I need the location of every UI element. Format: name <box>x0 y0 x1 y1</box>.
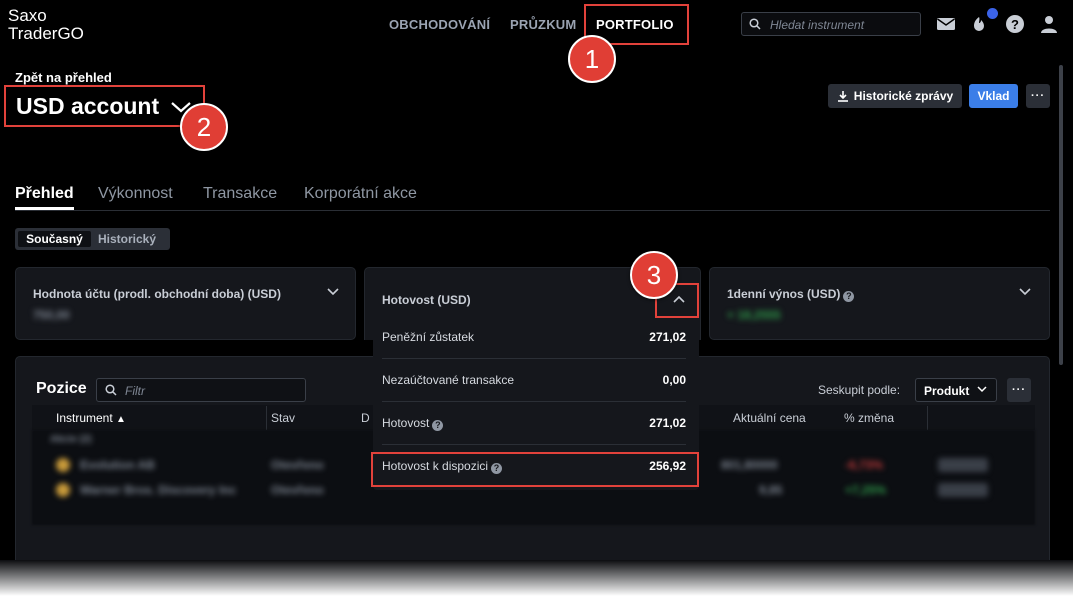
annotation-badge-2: 2 <box>180 103 228 151</box>
col-instrument[interactable]: Instrument ▲ <box>56 411 126 425</box>
annotation-badge-3: 3 <box>630 251 678 299</box>
account-value-title: Hodnota účtu (prodl. obchodní doba) (USD… <box>33 287 281 301</box>
sort-asc-icon: ▲ <box>116 414 126 425</box>
positions-more-button[interactable]: ··· <box>1007 378 1031 402</box>
col-instrument-label: Instrument <box>56 411 113 425</box>
column-divider <box>927 406 928 430</box>
row-action-button <box>938 483 988 497</box>
help-icon[interactable]: ? <box>1005 14 1025 34</box>
nav-trading[interactable]: OBCHODOVÁNÍ <box>389 17 490 32</box>
cash-row: Nezaúčtované transakce 0,00 <box>382 359 686 402</box>
account-value-hidden: 750,00 <box>33 308 70 322</box>
cash-title: Hotovost (USD) <box>382 293 471 307</box>
positions-filter-input[interactable]: Filtr <box>96 378 306 402</box>
notification-dot <box>987 8 998 19</box>
user-icon[interactable] <box>1039 14 1059 34</box>
annotation-box-account <box>4 85 205 127</box>
group-by-label: Seskupit podle: <box>818 383 901 397</box>
cash-row-value: 271,02 <box>649 330 686 344</box>
info-icon[interactable]: ? <box>432 420 444 431</box>
chevron-down-icon[interactable] <box>326 287 340 297</box>
info-icon[interactable]: ? <box>843 291 855 302</box>
download-icon <box>837 91 848 102</box>
row-status: Otevřeno <box>271 483 324 497</box>
tab-transactions[interactable]: Transakce <box>203 185 277 203</box>
row-price: 9,85 <box>759 483 783 497</box>
filter-placeholder: Filtr <box>125 384 145 398</box>
logo-line-1: Saxo <box>8 6 47 25</box>
search-placeholder: Hledat instrument <box>770 18 865 32</box>
group-by-value: Produkt <box>924 384 970 398</box>
tab-overview[interactable]: Přehled <box>15 185 74 203</box>
nav-research[interactable]: PRŮZKUM <box>510 17 576 32</box>
cash-row: Peněžní zůstatek 271,02 <box>382 316 686 359</box>
row-price: 801,80000 <box>721 458 778 472</box>
daily-return-card[interactable]: 1denní výnos (USD)? + 18,2555 <box>709 267 1050 340</box>
toggle-current[interactable]: Současný <box>18 231 91 247</box>
tab-corporate-actions[interactable]: Korporátní akce <box>304 185 417 203</box>
active-tab-indicator <box>15 207 74 210</box>
group-row: Akcie (2) <box>50 434 92 445</box>
group-by-select[interactable]: Produkt <box>915 378 997 402</box>
account-value-card[interactable]: Hodnota účtu (prodl. obchodní doba) (USD… <box>15 267 356 340</box>
more-options-button[interactable]: ··· <box>1026 84 1050 108</box>
annotation-box-available-cash <box>371 452 699 487</box>
tab-performance[interactable]: Výkonnost <box>98 185 173 203</box>
annotation-badge-1: 1 <box>568 35 616 83</box>
row-name: Evolution AB <box>80 458 155 472</box>
col-change[interactable]: % změna <box>844 411 894 425</box>
view-toggle: Současný Historický <box>15 228 170 250</box>
cash-row: Hotovost? 271,02 <box>382 402 686 445</box>
chevron-down-icon[interactable] <box>1018 287 1032 297</box>
cash-row-label: Nezaúčtované transakce <box>382 373 515 387</box>
row-action-button <box>938 458 988 472</box>
cash-row-label-text: Hotovost <box>382 416 430 430</box>
row-change: -6,73% <box>845 458 884 472</box>
tab-divider <box>15 210 1050 211</box>
daily-return-hidden: + 18,2555 <box>727 308 781 322</box>
daily-return-title: 1denní výnos (USD)? <box>727 287 855 302</box>
toggle-historic[interactable]: Historický <box>98 231 156 247</box>
historical-reports-button[interactable]: Historické zprávy <box>828 84 962 108</box>
svg-text:?: ? <box>1011 17 1019 32</box>
mail-icon[interactable] <box>936 14 956 34</box>
deposit-button[interactable]: Vklad <box>969 84 1018 108</box>
app-logo[interactable]: Saxo TraderGO <box>8 7 84 43</box>
cash-row-label: Peněžní zůstatek <box>382 330 475 344</box>
col-d[interactable]: D <box>361 411 370 425</box>
instrument-icon <box>56 483 70 497</box>
cash-row-value: 271,02 <box>649 416 686 430</box>
row-change: +7,25% <box>845 483 887 497</box>
row-status: Otevřeno <box>271 458 324 472</box>
daily-return-title-text: 1denní výnos (USD) <box>727 287 841 301</box>
back-to-overview-link[interactable]: Zpět na přehled <box>15 70 112 85</box>
chevron-down-icon <box>977 386 987 393</box>
notifications-icon[interactable] <box>969 14 989 34</box>
positions-title: Pozice <box>36 380 87 397</box>
scrollbar[interactable] <box>1059 65 1063 365</box>
column-divider <box>266 406 267 430</box>
logo-line-2: TraderGO <box>8 24 84 43</box>
search-icon <box>105 384 117 396</box>
col-status[interactable]: Stav <box>271 411 295 425</box>
historical-reports-label: Historické zprávy <box>853 89 954 103</box>
search-icon <box>749 18 761 30</box>
cash-row-label: Hotovost? <box>382 416 444 431</box>
col-current-price[interactable]: Aktuální cena <box>733 411 806 425</box>
cash-row-value: 0,00 <box>662 373 686 387</box>
instrument-icon <box>56 458 70 472</box>
row-name: Warner Bros. Discovery Inc <box>80 483 237 497</box>
bottom-fade <box>0 560 1073 596</box>
search-input[interactable]: Hledat instrument <box>741 12 921 36</box>
